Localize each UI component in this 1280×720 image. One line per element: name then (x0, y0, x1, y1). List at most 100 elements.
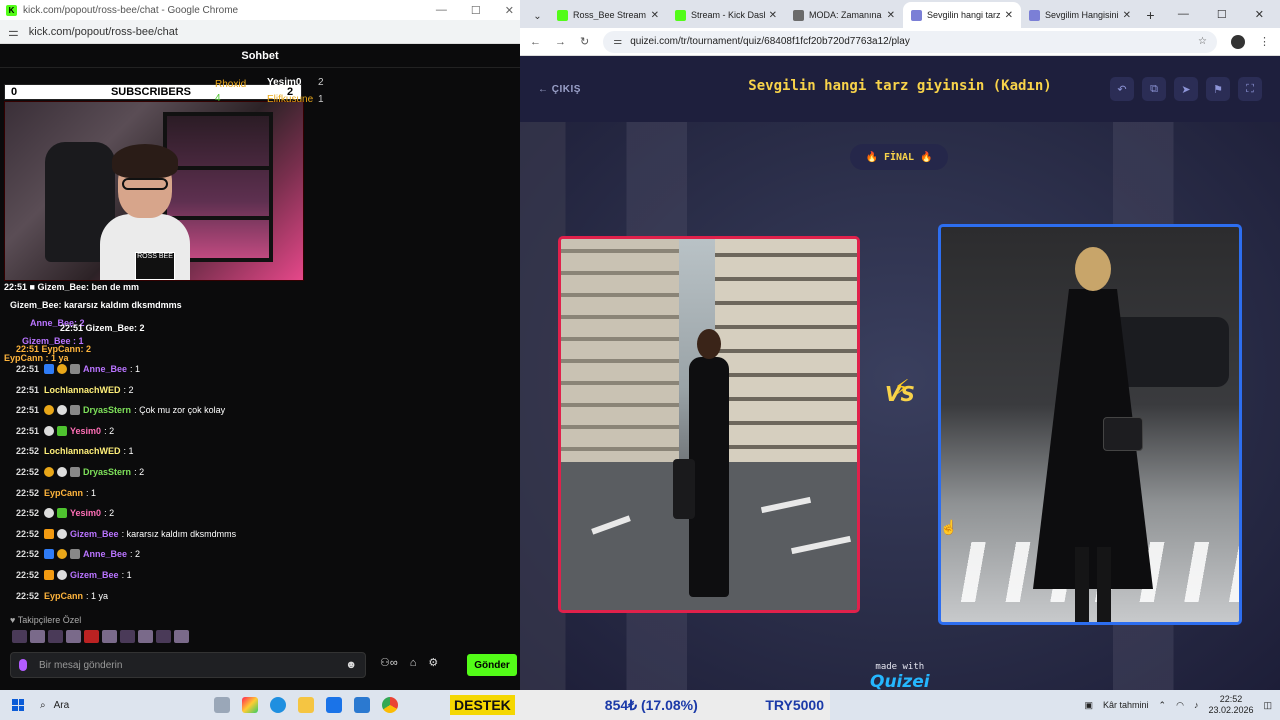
maximize-icon[interactable]: ☐ (471, 4, 481, 17)
quiz-browser-window: ⌄ Ross_Bee Stream - \✕Stream - Kick Dash… (520, 0, 1280, 690)
browser-tab[interactable]: Ross_Bee Stream - \ ✕ (549, 2, 667, 28)
emote[interactable] (138, 630, 153, 643)
clock[interactable]: 22:52 23.02.2026 (1208, 694, 1253, 716)
fullscreen-icon[interactable]: ⛶ (1238, 77, 1262, 101)
chat-username[interactable]: DryasStern (83, 405, 131, 415)
emote[interactable] (174, 630, 189, 643)
emote[interactable] (102, 630, 117, 643)
undo-icon[interactable]: ↶ (1110, 77, 1134, 101)
browser-tab[interactable]: Sevgilim Hangisini ✕ (1021, 2, 1139, 28)
notification-icon[interactable]: ◫ (1263, 700, 1272, 711)
tab-list: Ross_Bee Stream - \ ✕ Stream - Kick Dashb ✕… (549, 2, 1139, 28)
tab-close-icon[interactable]: ✕ (1005, 10, 1013, 21)
message-text: : 1 (123, 446, 134, 457)
emote[interactable] (84, 630, 99, 643)
message-time: 22:52 (16, 528, 40, 539)
message-time: 22:52 (16, 570, 40, 580)
copy-icon[interactable]: ⧉ (1142, 77, 1166, 101)
copilot-icon[interactable] (242, 697, 258, 713)
close-icon[interactable]: ✕ (1255, 8, 1264, 21)
ghost-chat-line: 22:51 ■ Gizem_Bee: ben de mm (4, 282, 139, 292)
maximize-icon[interactable]: ☐ (1217, 8, 1227, 21)
tab-label: Sevgilin hangi tarz g (926, 10, 1001, 20)
chrome-icon[interactable] (382, 697, 398, 713)
bookmark-star-icon[interactable]: ☆ (1198, 36, 1207, 47)
chat-username[interactable]: Gizem_Bee (70, 529, 119, 539)
new-tab-button[interactable]: + (1139, 2, 1162, 28)
flag-icon[interactable]: ⚑ (1206, 77, 1230, 101)
task-view-icon[interactable] (214, 697, 230, 713)
message-time: 22:52 (16, 467, 40, 477)
tab-close-icon[interactable]: ✕ (1123, 10, 1131, 21)
window-title: kick.com/popout/ross-bee/chat - Google C… (23, 4, 239, 16)
weather-text[interactable]: Kâr tahmini (1103, 700, 1149, 710)
reload-icon[interactable]: ↻ (580, 35, 589, 48)
emote[interactable] (120, 630, 135, 643)
chat-username[interactable]: Yesim0 (70, 426, 101, 436)
send-button[interactable]: Gönder (467, 654, 517, 676)
minimize-icon[interactable]: — (436, 4, 447, 17)
exit-button[interactable]: ← ÇIKIŞ (538, 84, 581, 95)
wifi-icon[interactable]: ◠ (1176, 700, 1184, 711)
browser-tab[interactable]: Sevgilin hangi tarz g ✕ (902, 2, 1021, 28)
site-info-icon[interactable]: ⚌ (8, 25, 19, 39)
loop-icon[interactable]: ⚇∞ (380, 656, 398, 669)
mic-icon[interactable] (19, 659, 27, 671)
emote[interactable] (12, 630, 27, 643)
volume-icon[interactable]: ♪ (1194, 700, 1199, 710)
forward-icon[interactable]: → (555, 36, 566, 48)
outlook-icon[interactable] (354, 697, 370, 713)
chat-username[interactable]: LochlannachWED (44, 385, 121, 395)
emote[interactable] (156, 630, 171, 643)
file-explorer-icon[interactable] (298, 697, 314, 713)
chat-input[interactable]: Bir mesaj gönderin ☻ (10, 652, 366, 678)
address-bar[interactable]: ⚌ kick.com/popout/ross-bee/chat (0, 20, 520, 44)
browser-tab[interactable]: Stream - Kick Dashb ✕ (667, 2, 785, 28)
menu-icon[interactable]: ⋮ (1259, 35, 1270, 48)
made-with-badge[interactable]: made with Quizei (870, 662, 930, 690)
chat-message: 22:52 Yesim0: 2 (16, 508, 114, 519)
user-badge-icon (57, 549, 68, 560)
taskbar-search[interactable]: ⌕ Ara (34, 700, 164, 711)
emote[interactable] (66, 630, 81, 643)
user-badge-icon (44, 467, 55, 477)
windows-start-icon[interactable] (12, 699, 24, 711)
choice-card-left[interactable] (558, 236, 860, 613)
chat-username[interactable]: Gizem_Bee (70, 570, 119, 580)
edge-icon[interactable] (270, 697, 286, 713)
tab-favicon-icon (1028, 9, 1040, 21)
chat-message: 22:52 Gizem_Bee: kararsız kaldım dksmdmms (16, 528, 236, 539)
chat-username[interactable]: DryasStern (83, 467, 131, 477)
choice-card-right[interactable] (938, 224, 1242, 625)
site-info-icon[interactable]: ⚌ (613, 36, 622, 47)
tab-search-icon[interactable]: ⌄ (526, 4, 549, 28)
chat-username[interactable]: Yesim0 (70, 508, 101, 518)
browser-tab[interactable]: MODA: Zamanına D ✕ (785, 2, 903, 28)
chat-username[interactable]: EypCann (44, 488, 83, 498)
message-time: 22:52 (16, 549, 40, 560)
weather-icon[interactable]: ▣ (1084, 700, 1093, 711)
chat-username[interactable]: LochlannachWED (44, 446, 121, 456)
settings-icon[interactable]: ⚙ (428, 656, 438, 669)
minimize-icon[interactable]: — (1178, 8, 1189, 21)
tab-close-icon[interactable]: ✕ (651, 10, 659, 21)
chat-username[interactable]: EypCann (44, 591, 83, 601)
message-text: : 2 (134, 467, 145, 477)
window-titlebar: K kick.com/popout/ross-bee/chat - Google… (0, 0, 520, 20)
emote[interactable] (48, 630, 63, 643)
chat-username[interactable]: Anne_Bee (83, 364, 127, 374)
emote[interactable] (30, 630, 45, 643)
back-icon[interactable]: ← (530, 36, 541, 48)
tab-close-icon[interactable]: ✕ (887, 10, 895, 21)
close-icon[interactable]: ✕ (505, 4, 514, 17)
store-icon[interactable] (326, 697, 342, 713)
tab-close-icon[interactable]: ✕ (769, 10, 777, 21)
share-icon[interactable]: ➤ (1174, 77, 1198, 101)
chat-username[interactable]: Anne_Bee (83, 549, 127, 559)
profile-avatar[interactable] (1231, 34, 1245, 49)
model-outfit-black-jumpsuit (673, 329, 739, 599)
emoji-icon[interactable]: ☻ (345, 659, 357, 671)
store-icon[interactable]: ⌂ (410, 657, 417, 669)
chevron-up-icon[interactable]: ⌃ (1159, 700, 1167, 711)
address-bar[interactable]: ⚌ quizei.com/tr/tournament/quiz/68408f1f… (603, 30, 1217, 53)
